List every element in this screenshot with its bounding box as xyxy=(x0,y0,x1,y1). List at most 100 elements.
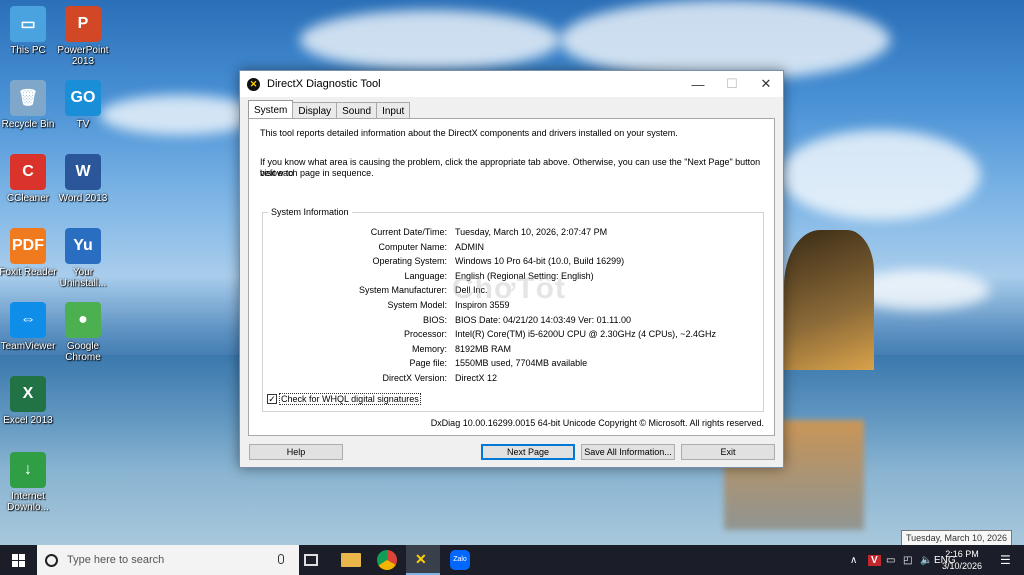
task-view-icon[interactable] xyxy=(304,554,318,566)
excel-icon: X xyxy=(10,376,46,412)
info-value: 1550MB used, 7704MB available xyxy=(455,358,588,369)
desktop-icon[interactable]: X Excel 2013 xyxy=(0,376,60,426)
powerpoint-icon: P xyxy=(65,6,101,42)
notifications-icon[interactable]: ☰ xyxy=(1000,545,1011,575)
next-page-button[interactable]: Next Page xyxy=(481,444,575,460)
info-key: Processor: xyxy=(403,329,447,340)
save-all-button[interactable]: Save All Information... xyxy=(581,444,675,460)
info-row: Page file: 1550MB used, 7704MB available xyxy=(263,358,763,370)
search-box[interactable]: Type here to search xyxy=(37,545,299,575)
info-value: BIOS Date: 04/21/20 14:03:49 Ver: 01.11.… xyxy=(455,314,631,325)
directx-icon: ✕ xyxy=(247,77,260,91)
desktop-icon[interactable]: GO TV xyxy=(51,80,115,130)
info-value: 8192MB RAM xyxy=(455,343,512,354)
directx-dialog: ✕ DirectX Diagnostic Tool — ☐ ✕ System D… xyxy=(239,70,784,468)
search-placeholder: Type here to search xyxy=(67,554,165,566)
tab-display[interactable]: Display xyxy=(292,102,338,119)
info-value: ADMIN xyxy=(455,241,484,252)
show-hidden-icons[interactable]: ∧ xyxy=(850,545,857,575)
desktop-icon[interactable]: P PowerPoint 2013 xyxy=(51,6,115,67)
recycle-bin-icon: 🗑 xyxy=(10,80,46,116)
antivirus-tray-icon[interactable]: V xyxy=(868,545,881,575)
desktop-icon-label: Google Chrome xyxy=(65,341,101,363)
info-key: DirectX Version: xyxy=(382,373,447,383)
info-key: System Model: xyxy=(387,300,447,310)
directx-taskbar-button[interactable]: ✕ xyxy=(406,545,440,575)
group-title: System Information xyxy=(268,207,352,217)
cortana-icon xyxy=(45,553,58,567)
dialog-title: DirectX Diagnostic Tool xyxy=(267,78,381,90)
info-row: Processor: Intel(R) Core(TM) i5-6200U CPU… xyxy=(263,329,763,341)
system-info-group: System Information Current Date/Time: Tue… xyxy=(262,207,764,412)
info-row: Computer Name: ADMIN xyxy=(263,242,763,254)
whql-checkbox[interactable]: ✓ Check for WHQL digital signatures xyxy=(267,393,421,405)
info-key: Language: xyxy=(404,270,447,281)
info-row: Memory: 8192MB RAM xyxy=(263,344,763,356)
taskbar: Type here to search ✕ Zalo ∧ V ▭ ◰ 🔈 ENG… xyxy=(0,545,1024,575)
tab-system[interactable]: System xyxy=(248,100,294,119)
info-value: Tuesday, March 10, 2026, 2:07:47 PM xyxy=(455,227,608,237)
minimize-button[interactable]: — xyxy=(681,71,715,97)
info-key: Memory: xyxy=(411,343,447,354)
title-bar[interactable]: ✕ DirectX Diagnostic Tool — ☐ ✕ xyxy=(240,71,783,97)
desktop-icon-label: Excel 2013 xyxy=(3,415,53,426)
foxit-icon: PDF xyxy=(10,228,46,264)
info-key: Operating System: xyxy=(372,256,447,267)
info-key: Current Date/Time: xyxy=(370,227,447,237)
info-row: DirectX Version: DirectX 12 xyxy=(263,373,763,385)
help-button[interactable]: Help xyxy=(249,444,343,460)
desktop-icon-label: Internet Downlo... xyxy=(7,491,49,513)
whql-label: Check for WHQL digital signatures xyxy=(279,393,421,405)
desktop-icon[interactable]: Yu Your Uninstall... xyxy=(51,228,115,289)
battery-icon[interactable]: ▭ xyxy=(886,545,895,575)
info-key: Page file: xyxy=(409,358,447,369)
exit-button[interactable]: Exit xyxy=(681,444,775,460)
clock-time: 2:16 PM xyxy=(945,549,979,559)
word-icon: W xyxy=(65,154,101,190)
desktop-icon[interactable]: W Word 2013 xyxy=(51,154,115,204)
chrome-taskbar-icon[interactable] xyxy=(377,550,397,570)
chrome-icon: ● xyxy=(65,302,101,338)
close-button[interactable]: ✕ xyxy=(749,71,783,97)
maximize-button[interactable]: ☐ xyxy=(715,71,749,97)
network-icon[interactable]: ◰ xyxy=(903,545,912,575)
your-uninstaller-icon: Yu xyxy=(65,228,101,264)
desktop-icon[interactable]: ↓ Internet Downlo... xyxy=(0,452,60,513)
tab-strip: System Display Sound Input xyxy=(248,100,411,119)
intro-text-3: visit each page in sequence. xyxy=(260,168,374,178)
tab-input[interactable]: Input xyxy=(376,102,411,119)
watermark: ChợTốt xyxy=(452,272,566,305)
tab-sound[interactable]: Sound xyxy=(336,102,378,119)
info-key: BIOS: xyxy=(422,314,447,325)
info-value: DirectX 12 xyxy=(455,373,498,383)
info-row: BIOS: BIOS Date: 04/21/20 14:03:49 Ver: 0… xyxy=(263,315,763,327)
idm-icon: ↓ xyxy=(10,452,46,488)
desktop-icon-label: PowerPoint 2013 xyxy=(57,45,109,67)
ccleaner-icon: C xyxy=(10,154,46,190)
info-key: System Manufacturer: xyxy=(358,285,447,296)
this-pc-icon: ▭ xyxy=(10,6,46,42)
desktop-icon-label: Word 2013 xyxy=(58,193,108,204)
version-info: DxDiag 10.00.16299.0015 64-bit Unicode C… xyxy=(430,418,764,428)
info-value: Windows 10 Pro 64-bit (10.0, Build 16299… xyxy=(455,256,625,267)
zalo-icon[interactable]: Zalo xyxy=(450,550,470,570)
microphone-icon[interactable] xyxy=(278,554,284,564)
desktop-icon-label: Your Uninstall... xyxy=(59,267,107,289)
clock[interactable]: 2:16 PM 3/10/2026 xyxy=(942,548,982,572)
windows-logo-icon xyxy=(11,553,25,567)
directx-taskbar-icon: ✕ xyxy=(415,551,427,567)
gotv-icon: GO xyxy=(65,80,101,116)
date-tooltip: Tuesday, March 10, 2026 xyxy=(900,530,1012,546)
clock-date: 3/10/2026 xyxy=(941,561,982,571)
teamviewer-icon: ⇔ xyxy=(10,302,46,338)
volume-icon[interactable]: 🔈 xyxy=(920,545,932,575)
start-button[interactable] xyxy=(0,545,36,575)
info-key: Computer Name: xyxy=(378,241,447,252)
desktop-icon-label: TV xyxy=(76,119,90,130)
info-row: Current Date/Time: Tuesday, March 10, 202… xyxy=(263,227,763,239)
info-row: Operating System: Windows 10 Pro 64-bit (… xyxy=(263,256,763,268)
file-explorer-icon[interactable] xyxy=(341,553,361,567)
info-value: Intel(R) Core(TM) i5-6200U CPU @ 2.30GHz… xyxy=(455,329,716,340)
desktop-icon[interactable]: ● Google Chrome xyxy=(51,302,115,363)
checkbox-box[interactable]: ✓ xyxy=(267,394,277,404)
